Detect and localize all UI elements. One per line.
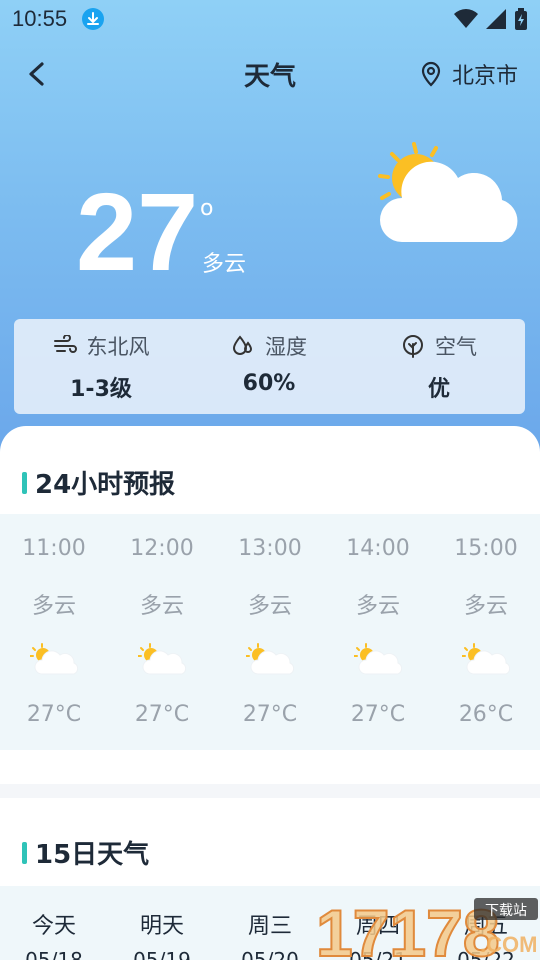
daily-day: 今天 — [31, 914, 76, 939]
hourly-condition: 多云 — [463, 594, 508, 619]
watermark-tag: 下载站 — [485, 903, 527, 919]
hourly-condition: 多云 — [139, 594, 184, 619]
daily-section-title: 15日天气 — [35, 840, 150, 870]
hourly-forecast-list[interactable]: 11:00 多云 27°C 12:00 多云 27°C 13:00 多云 27°… — [0, 514, 540, 750]
current-temperature: 27 — [76, 171, 199, 294]
watermark-suffix: .COM — [480, 932, 537, 957]
daily-day: 明天 — [139, 914, 184, 939]
signal-icon — [486, 9, 506, 29]
watermark-brand: 17178 — [316, 896, 500, 960]
daily-day: 周三 — [247, 914, 292, 939]
section-accent-bar — [22, 471, 27, 494]
air-value: 优 — [427, 377, 450, 402]
hourly-time: 14:00 — [346, 536, 410, 561]
wind-icon — [53, 335, 77, 353]
humidity-icon — [232, 335, 253, 355]
location-selector[interactable]: 北京市 — [420, 58, 518, 90]
hourly-section-header: 24小时预报 — [22, 464, 175, 501]
partly-cloudy-icon — [353, 642, 403, 680]
wind-detail: 东北风 1-3级 — [16, 331, 186, 403]
watermark-logo: 17178 下载站 .COM — [314, 894, 540, 960]
hourly-item: 11:00 多云 27°C — [0, 514, 108, 750]
section-accent-bar — [22, 841, 27, 864]
weather-details-card: 东北风 1-3级 湿度 60% 空气 优 — [14, 319, 525, 414]
hourly-temp: 26°C — [458, 702, 514, 727]
air-label: 空气 — [435, 335, 477, 359]
partly-cloudy-icon — [245, 642, 295, 680]
hourly-item: 13:00 多云 27°C — [216, 514, 324, 750]
partly-cloudy-icon — [374, 136, 534, 250]
city-name: 北京市 — [451, 64, 518, 89]
wind-label: 东北风 — [86, 335, 150, 359]
hourly-time: 12:00 — [130, 536, 194, 561]
partly-cloudy-icon — [461, 642, 511, 680]
wifi-icon — [454, 9, 478, 28]
hourly-time: 15:00 — [454, 536, 518, 561]
humidity-detail: 湿度 60% — [184, 331, 354, 396]
hourly-time: 11:00 — [22, 536, 86, 561]
daily-date: 05/19 — [133, 948, 191, 960]
humidity-label: 湿度 — [265, 335, 307, 359]
hourly-item: 15:00 多云 26°C — [432, 514, 540, 750]
wind-value: 1-3级 — [70, 377, 132, 402]
leaf-icon — [403, 335, 423, 358]
hourly-condition: 多云 — [31, 594, 76, 619]
hourly-item: 12:00 多云 27°C — [108, 514, 216, 750]
partly-cloudy-icon — [137, 642, 187, 680]
battery-icon — [515, 8, 527, 30]
status-bar: 10:55 — [0, 0, 540, 40]
daily-section-header: 15日天气 — [22, 834, 149, 871]
daily-date: 05/20 — [241, 948, 299, 960]
hourly-temp: 27°C — [350, 702, 406, 727]
download-icon — [82, 8, 104, 30]
hourly-temp: 27°C — [26, 702, 82, 727]
hourly-item: 14:00 多云 27°C — [324, 514, 432, 750]
daily-date: 05/18 — [25, 948, 83, 960]
hourly-temp: 27°C — [242, 702, 298, 727]
degree-symbol: o — [200, 196, 214, 221]
hourly-condition: 多云 — [355, 594, 400, 619]
hourly-condition: 多云 — [247, 594, 292, 619]
current-condition: 多云 — [202, 252, 247, 277]
humidity-value: 60% — [242, 371, 296, 396]
location-pin-icon — [421, 61, 441, 87]
status-time: 10:55 — [12, 6, 68, 31]
hourly-temp: 27°C — [134, 702, 190, 727]
hourly-time: 13:00 — [238, 536, 302, 561]
hourly-section-title: 24小时预报 — [35, 470, 176, 500]
air-quality-detail: 空气 优 — [354, 331, 524, 403]
hourly-forecast-card: 24小时预报 11:00 多云 27°C 12:00 多云 27°C 13:00… — [0, 426, 540, 784]
status-icons — [454, 6, 528, 32]
partly-cloudy-icon — [29, 642, 79, 680]
